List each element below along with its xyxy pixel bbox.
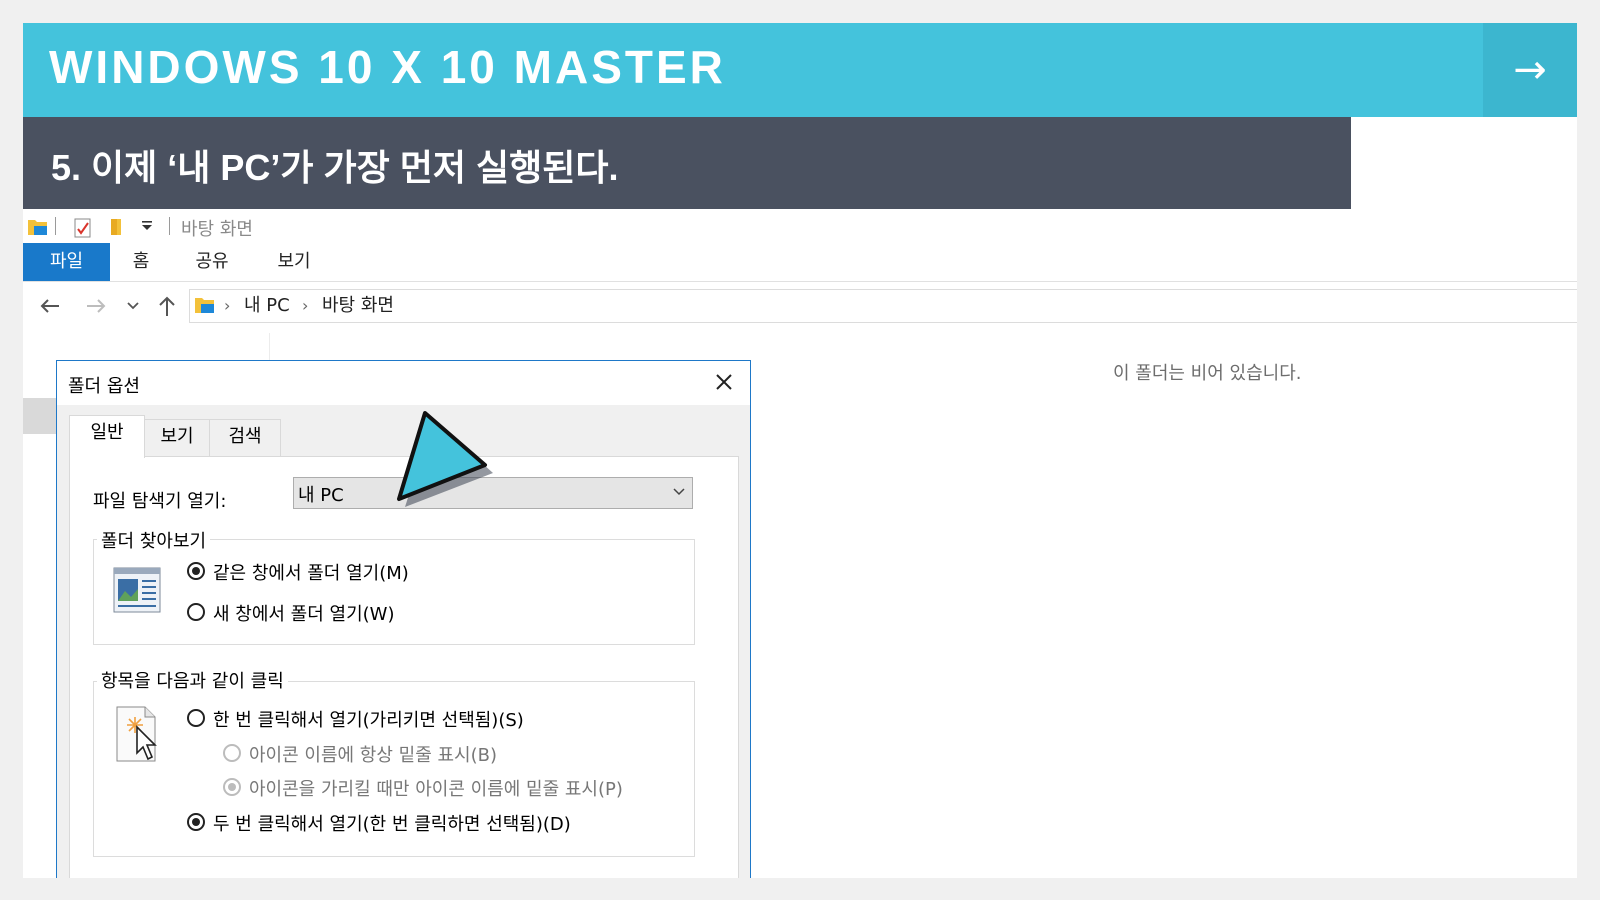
open-explorer-label: 파일 탐색기 열기: — [93, 491, 227, 512]
next-slide-button[interactable]: → — [1483, 23, 1577, 117]
step-bar: 5. 이제 ‘내 PC’가 가장 먼저 실행된다. — [23, 117, 1351, 209]
tab-general[interactable]: 일반 — [69, 415, 145, 458]
ribbon-tab-file[interactable]: 파일 — [23, 243, 110, 281]
window-title: 바탕 화면 — [181, 219, 253, 240]
ribbon-tab-view[interactable]: 보기 — [267, 243, 321, 281]
nav-pane-selection[interactable] — [23, 398, 57, 434]
radio-double-click[interactable] — [187, 813, 205, 831]
radio-same-window[interactable] — [187, 562, 205, 580]
breadcrumb-my-pc[interactable]: 내 PC — [244, 294, 290, 318]
header-title: WINDOWS 10 X 10 MASTER — [49, 41, 726, 93]
folder-icon[interactable] — [27, 217, 49, 237]
slide: WINDOWS 10 X 10 MASTER → 5. 이제 ‘내 PC’가 가… — [23, 23, 1577, 878]
option-single-click[interactable]: 한 번 클릭해서 열기(가리키면 선택됨)(S) — [213, 706, 524, 732]
tab-view[interactable]: 보기 — [143, 419, 211, 456]
address-bar-row: › 내 PC › 바탕 화면 — [23, 289, 1577, 323]
customize-toolbar-icon[interactable] — [141, 221, 153, 231]
header-bar: WINDOWS 10 X 10 MASTER → — [23, 23, 1577, 117]
properties-icon[interactable] — [73, 217, 93, 239]
ribbon: 파일 홈 공유 보기 — [23, 243, 1577, 282]
ribbon-tab-home[interactable]: 홈 — [119, 243, 163, 281]
chevron-right-icon: › — [224, 296, 231, 315]
click-items-title: 항목을 다음과 같이 클릭 — [97, 667, 288, 693]
option-underline-on-hover[interactable]: 아이콘을 가리킬 때만 아이콘 이름에 밑줄 표시(P) — [249, 775, 623, 801]
folder-icon — [195, 298, 214, 313]
option-double-click[interactable]: 두 번 클릭해서 열기(한 번 클릭하면 선택됨)(D) — [213, 810, 571, 836]
radio-new-window[interactable] — [187, 603, 205, 621]
option-underline-always[interactable]: 아이콘 이름에 항상 밑줄 표시(B) — [249, 741, 497, 767]
browse-folders-title: 폴더 찾아보기 — [97, 527, 211, 553]
new-folder-icon[interactable] — [109, 217, 125, 237]
open-explorer-value: 내 PC — [298, 485, 344, 506]
forward-arrow-icon[interactable] — [85, 297, 107, 315]
highlight-pointer — [397, 411, 493, 507]
quick-access-toolbar: 바탕 화면 — [23, 209, 1577, 243]
dialog-titlebar: 폴더 옵션 — [57, 361, 750, 405]
radio-underline-always[interactable] — [223, 744, 241, 762]
radio-single-click[interactable] — [187, 709, 205, 727]
option-same-window[interactable]: 같은 창에서 폴더 열기(M) — [213, 559, 409, 585]
back-arrow-icon[interactable] — [39, 297, 61, 315]
dialog-title: 폴더 옵션 — [68, 376, 140, 397]
address-box[interactable]: › 내 PC › 바탕 화면 — [189, 289, 1577, 323]
radio-underline-on-hover[interactable] — [223, 778, 241, 796]
cursor-click-icon — [116, 706, 157, 762]
empty-folder-message: 이 폴더는 비어 있습니다. — [1113, 363, 1302, 384]
window-layout-icon — [113, 567, 161, 613]
browse-folders-group — [93, 539, 695, 645]
pane-divider — [269, 333, 270, 363]
ribbon-tab-share[interactable]: 공유 — [185, 243, 239, 281]
recent-locations-chevron-icon[interactable] — [127, 301, 139, 311]
chevron-down-icon — [673, 488, 685, 496]
breadcrumb-desktop[interactable]: 바탕 화면 — [322, 294, 394, 318]
toolbar-separator — [55, 217, 56, 235]
option-new-window[interactable]: 새 창에서 폴더 열기(W) — [213, 600, 395, 626]
up-arrow-icon[interactable] — [157, 295, 177, 317]
close-icon[interactable] — [712, 370, 736, 394]
chevron-right-icon: › — [302, 296, 309, 315]
tab-search[interactable]: 검색 — [209, 419, 281, 456]
step-text: 5. 이제 ‘내 PC’가 가장 먼저 실행된다. — [51, 147, 619, 188]
toolbar-separator — [169, 217, 170, 235]
